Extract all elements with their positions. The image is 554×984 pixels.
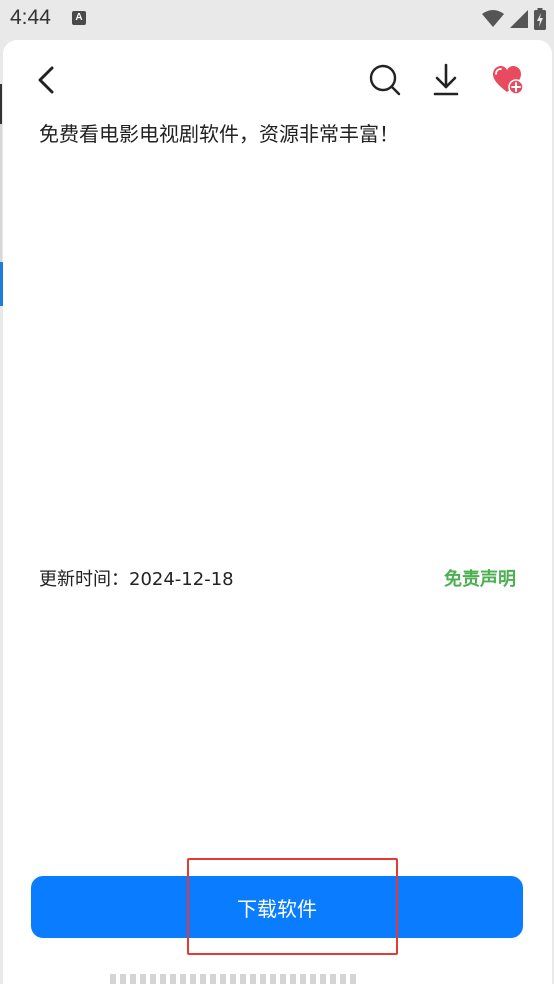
status-time: 4:44	[10, 6, 51, 29]
background-text-hint	[110, 974, 360, 984]
search-icon	[369, 64, 401, 96]
status-icons	[482, 8, 546, 30]
download-software-button[interactable]: 下载软件	[31, 876, 523, 938]
app-description: 免费看电影电视剧软件，资源非常丰富！	[39, 122, 399, 146]
notification-a-icon: A	[72, 11, 86, 25]
search-button[interactable]	[364, 58, 406, 102]
detail-sheet	[3, 40, 552, 984]
heart-plus-icon	[493, 66, 524, 95]
wifi-icon	[482, 10, 504, 27]
download-arrow-icon	[433, 63, 459, 96]
back-chevron-icon	[38, 66, 54, 94]
back-button[interactable]	[28, 58, 64, 102]
favorite-button[interactable]	[488, 58, 528, 102]
background-edge-dark	[0, 84, 2, 124]
update-time: 更新时间：2024-12-18	[39, 569, 234, 590]
signal-icon	[510, 10, 528, 28]
download-icon-button[interactable]	[426, 58, 466, 102]
disclaimer-link[interactable]: 免责声明	[444, 565, 516, 591]
status-bar: 4:44 A	[0, 0, 554, 38]
battery-charging-icon	[534, 8, 546, 30]
app-screen: 4:44 A 免费看电影电视剧软件，资源非常丰富！ 更新时间：2024-12-1…	[0, 0, 554, 984]
